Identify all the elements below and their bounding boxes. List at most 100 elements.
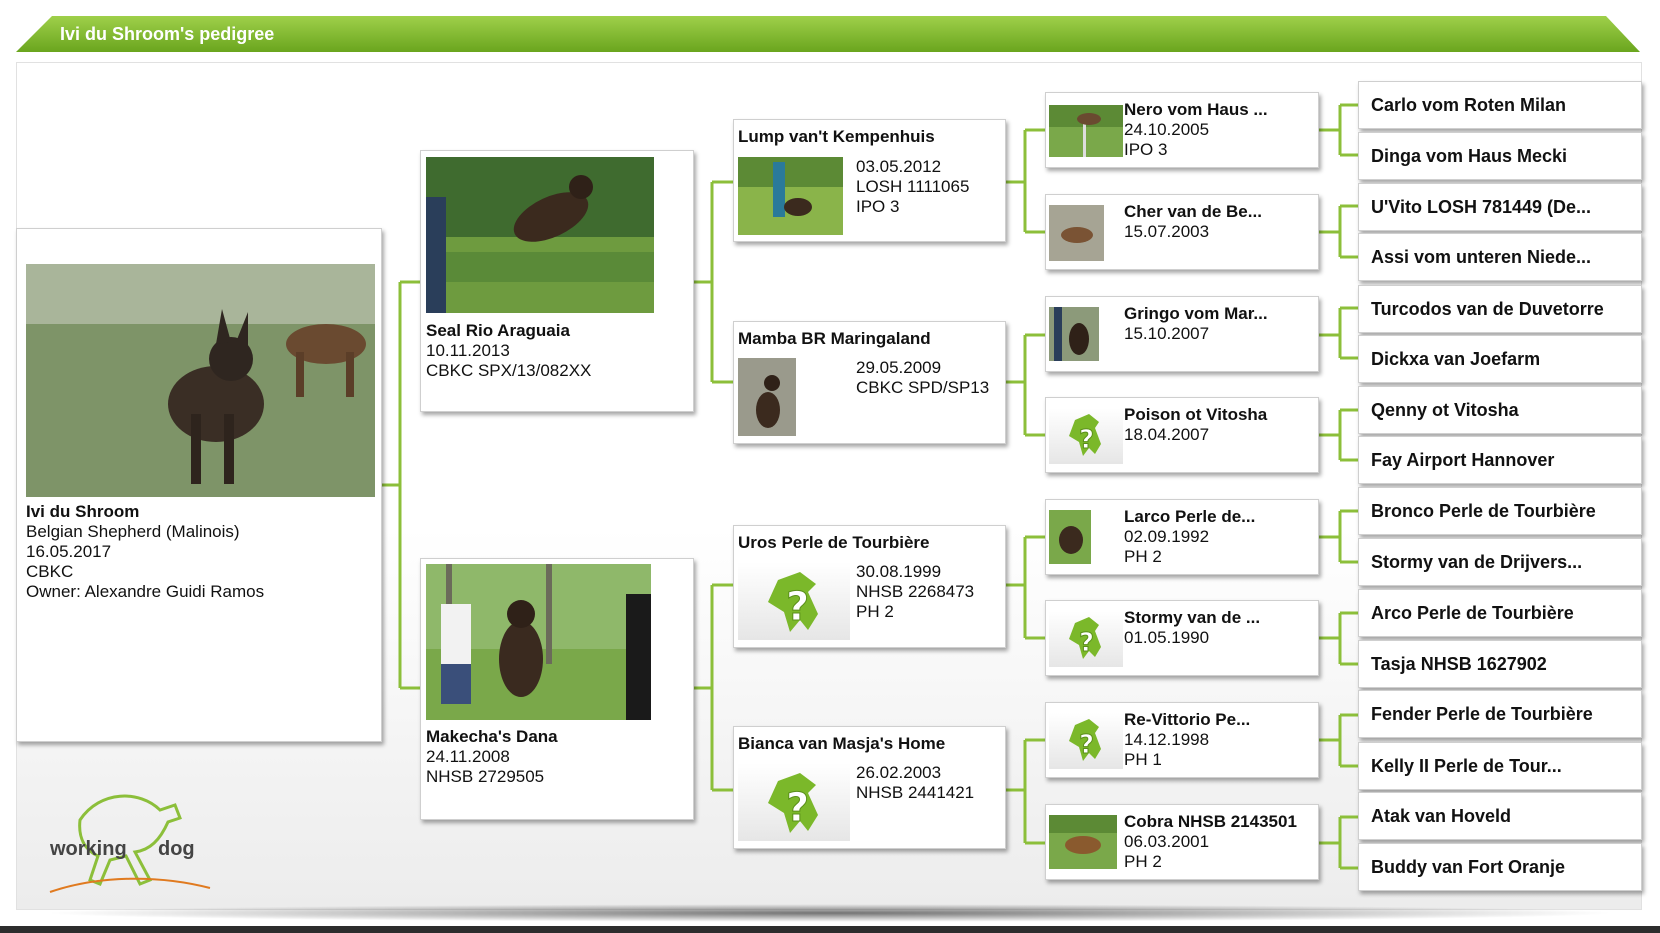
no-photo-placeholder: ? [1049,611,1123,667]
svg-text:?: ? [1079,425,1094,455]
gen3-date: 15.07.2003 [1124,222,1210,241]
gen3-name: Cher van de Be... [1124,202,1262,221]
gen4-name: Carlo vom Roten Milan [1371,95,1567,115]
dog-photo-icon [1049,205,1104,261]
subject-card[interactable]: Ivi du Shroom Belgian Shepherd (Malinois… [16,228,382,742]
gen2-card-4[interactable]: Bianca van Masja's Home ? 26.02.2003 NHS… [733,726,1006,849]
gen4-card-11[interactable]: Arco Perle de Tourbière [1358,589,1642,637]
gen2-registry: LOSH 1111065 [856,177,970,196]
gen3-name: Gringo vom Mar... [1124,304,1268,323]
gen3-name: Cobra NHSB 2143501 [1124,812,1297,831]
dam-card[interactable]: Makecha's Dana 24.11.2008 NHSB 2729505 [420,558,694,820]
gen4-name: U'Vito LOSH 781449 (De... [1371,197,1592,217]
dog-photo-icon [1049,510,1091,564]
gen2-name: Lump van't Kempenhuis [738,127,935,146]
gen2-photo [738,358,796,436]
gen3-card-2[interactable]: Cher van de Be... 15.07.2003 [1045,194,1319,270]
gen4-name: Fay Airport Hannover [1371,450,1555,470]
gen3-card-7[interactable]: ? Re-Vittorio Pe... 14.12.1998 PH 1 [1045,702,1319,778]
gen4-card-1[interactable]: Carlo vom Roten Milan [1358,81,1642,129]
gen3-card-3[interactable]: Gringo vom Mar... 15.10.2007 [1045,296,1319,372]
dog-photo-icon [738,157,843,235]
dog-photo-icon [738,358,796,436]
gen2-card-3[interactable]: Uros Perle de Tourbière ? 30.08.1999 NHS… [733,525,1006,648]
sire-name: Seal Rio Araguaia [426,321,570,340]
gen4-name: Atak van Hoveld [1371,806,1512,826]
gen3-card-1[interactable]: Nero vom Haus ... 24.10.2005 IPO 3 [1045,92,1319,168]
logo-text-dog: dog [158,838,195,860]
subject-breed: Belgian Shepherd (Malinois) [26,522,240,541]
logo-text-working: working [50,838,127,860]
gen4-name: Buddy van Fort Oranje [1371,857,1566,877]
gen2-date: 30.08.1999 [856,562,942,581]
svg-text:?: ? [1079,730,1094,760]
subject-dob: 16.05.2017 [26,542,112,561]
gen4-card-16[interactable]: Buddy van Fort Oranje [1358,843,1642,891]
dam-registry: NHSB 2729505 [426,767,545,786]
dog-photo-icon [1049,105,1123,157]
gen4-name: Assi vom unteren Niede... [1371,247,1592,267]
gen2-registry: NHSB 2441421 [856,783,975,802]
gen3-date: 15.10.2007 [1124,324,1210,343]
gen4-card-14[interactable]: Kelly II Perle de Tour... [1358,742,1642,790]
gen3-card-6[interactable]: ? Stormy van de ... 01.05.1990 [1045,600,1319,676]
gen2-name: Mamba BR Maringaland [738,329,931,348]
subject-registry: CBKC [26,562,74,581]
subject-photo [26,264,375,497]
subject-owner: Owner: Alexandre Guidi Ramos [26,582,265,601]
gen4-card-7[interactable]: Qenny ot Vitosha [1358,386,1642,434]
gen4-card-15[interactable]: Atak van Hoveld [1358,792,1642,840]
gen3-extra: PH 1 [1124,750,1162,769]
gen3-card-8[interactable]: Cobra NHSB 2143501 06.03.2001 PH 2 [1045,804,1319,880]
sire-card[interactable]: Seal Rio Araguaia 10.11.2013 CBKC SPX/13… [420,150,694,412]
working-dog-logo: working dog [40,780,220,900]
no-photo-placeholder: ? [1049,713,1123,769]
gen4-card-12[interactable]: Tasja NHSB 1627902 [1358,640,1642,688]
gen2-date: 29.05.2009 [856,358,942,377]
gen3-date: 24.10.2005 [1124,120,1210,139]
gen3-photo [1049,815,1117,869]
gen4-card-10[interactable]: Stormy van de Drijvers... [1358,538,1642,586]
gen2-photo [738,157,843,235]
gen3-name: Re-Vittorio Pe... [1124,710,1251,729]
gen4-card-13[interactable]: Fender Perle de Tourbière [1358,690,1642,738]
gen3-card-5[interactable]: Larco Perle de... 02.09.1992 PH 2 [1045,499,1319,575]
gen4-name: Kelly II Perle de Tour... [1371,756,1562,776]
subject-name: Ivi du Shroom [26,502,140,521]
gen4-card-8[interactable]: Fay Airport Hannover [1358,436,1642,484]
gen4-card-3[interactable]: U'Vito LOSH 781449 (De... [1358,183,1642,231]
gen3-date: 18.04.2007 [1124,425,1210,444]
dam-photo [426,564,651,720]
gen4-name: Turcodos van de Duvetorre [1371,299,1604,319]
gen2-card-1[interactable]: Lump van't Kempenhuis 03.05.2012 LOSH 11… [733,119,1006,242]
gen4-card-5[interactable]: Turcodos van de Duvetorre [1358,285,1642,333]
gen4-card-6[interactable]: Dickxa van Joefarm [1358,335,1642,383]
gen4-name: Bronco Perle de Tourbière [1371,501,1596,521]
unknown-dog-icon: ? [1069,719,1101,761]
sire-registry: CBKC SPX/13/082XX [426,361,592,380]
gen3-date: 14.12.1998 [1124,730,1210,749]
unknown-dog-icon: ? [768,773,818,833]
gen4-card-9[interactable]: Bronco Perle de Tourbière [1358,487,1642,535]
no-photo-placeholder: ? [738,763,850,841]
gen2-title: PH 2 [856,602,894,621]
gen2-registry: NHSB 2268473 [856,582,975,601]
gen4-name: Fender Perle de Tourbière [1371,704,1593,724]
gen2-date: 26.02.2003 [856,763,942,782]
gen2-name: Uros Perle de Tourbière [738,533,930,552]
svg-text:?: ? [786,785,809,831]
gen2-card-2[interactable]: Mamba BR Maringaland 29.05.2009 CBKC SPD… [733,321,1006,444]
dog-photo-icon [26,264,375,497]
gen4-card-4[interactable]: Assi vom unteren Niede... [1358,233,1642,281]
gen3-name: Stormy van de ... [1124,608,1261,627]
unknown-dog-icon: ? [1069,414,1101,456]
dam-name: Makecha's Dana [426,727,558,746]
gen4-card-2[interactable]: Dinga vom Haus Mecki [1358,132,1642,180]
gen3-extra: IPO 3 [1124,140,1168,159]
gen4-name: Dickxa van Joefarm [1371,349,1541,369]
gen2-date: 03.05.2012 [856,157,942,176]
svg-text:?: ? [1079,628,1094,658]
gen3-card-4[interactable]: ? Poison ot Vitosha 18.04.2007 [1045,397,1319,473]
gen3-date: 06.03.2001 [1124,832,1210,851]
sire-photo [426,157,654,313]
